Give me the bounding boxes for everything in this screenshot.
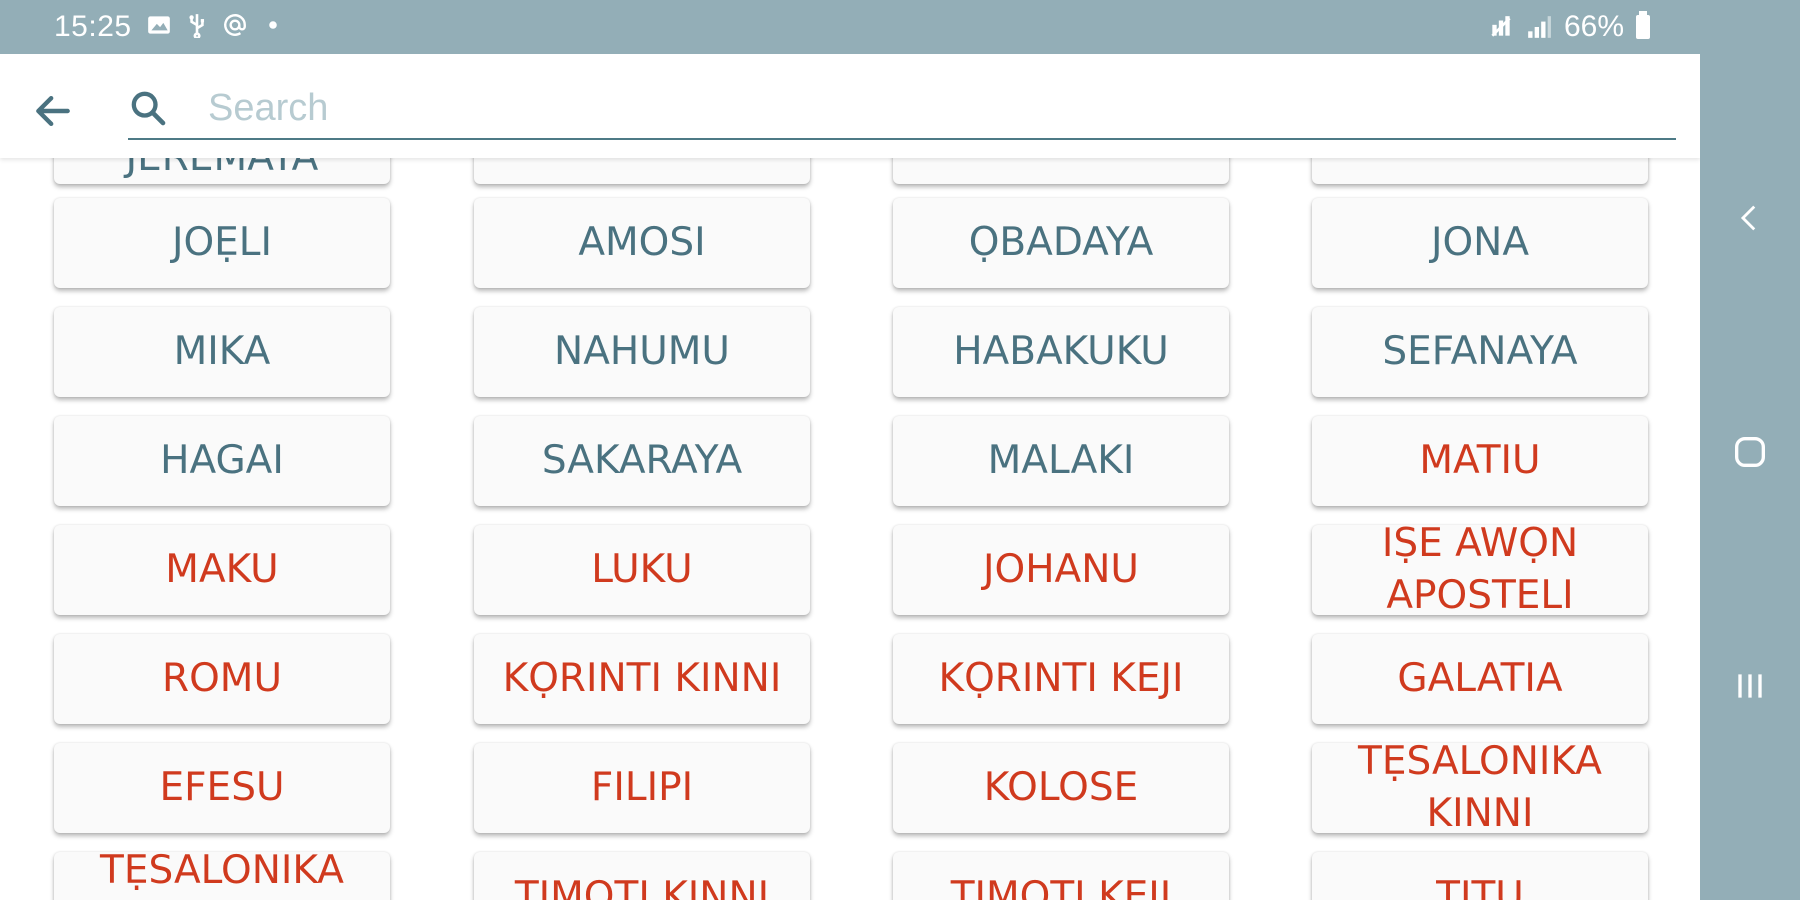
usb-icon (189, 14, 205, 38)
book-button-luku[interactable]: LUKU (474, 525, 810, 615)
book-button-sakaraya[interactable]: SAKARAYA (474, 416, 810, 506)
book-button-matiu[interactable]: MATIU (1312, 416, 1648, 506)
book-button-jona[interactable]: JONA (1312, 198, 1648, 288)
status-time: 15:25 (54, 10, 132, 43)
back-nav-icon (1740, 205, 1756, 231)
search-bar (0, 54, 1700, 158)
book-button-amosi[interactable]: AMOSI (474, 198, 810, 288)
book-button[interactable] (1312, 158, 1648, 184)
book-button[interactable] (474, 158, 810, 184)
book-button-maku[interactable]: MAKU (54, 525, 390, 615)
status-left-icons (146, 12, 286, 38)
search-underline (128, 138, 1676, 140)
book-button-galatia[interactable]: GALATIA (1312, 634, 1648, 724)
at-icon (224, 14, 246, 36)
search-input[interactable] (208, 82, 1668, 134)
back-nav-button[interactable] (1720, 188, 1780, 248)
recents-nav-icon (1738, 674, 1762, 698)
home-nav-icon (1735, 437, 1765, 467)
dot-icon (269, 21, 277, 29)
book-button-jeremaya[interactable]: JEREMAYA (54, 158, 390, 184)
book-button-korinti-kinni[interactable]: KỌRINTI KINNI (474, 634, 810, 724)
book-button-johanu[interactable]: JOHANU (893, 525, 1229, 615)
book-button-sefanaya[interactable]: SEFANAYA (1312, 307, 1648, 397)
arrow-back-icon (36, 95, 70, 127)
search-icon (124, 84, 172, 132)
recents-nav-button[interactable] (1720, 656, 1780, 716)
status-right: 66% (1488, 10, 1650, 44)
book-grid: JEREMAYA JOẸLI AMOSI ỌBADAYA JONA MIKA N… (0, 158, 1700, 900)
back-button[interactable] (26, 84, 80, 138)
book-button-nahumu[interactable]: NAHUMU (474, 307, 810, 397)
book-button-timoti-keji[interactable]: TIMOTI KEJI (893, 852, 1229, 900)
signal-icon (1528, 16, 1551, 38)
book-button-hagai[interactable]: HAGAI (54, 416, 390, 506)
book-button-habakuku[interactable]: HABAKUKU (893, 307, 1229, 397)
book-button-tesalonika-keji[interactable]: TẸSALONIKA KEJI (54, 852, 390, 900)
mute-icon (1491, 16, 1511, 37)
book-button-kolose[interactable]: KOLOSE (893, 743, 1229, 833)
book-button-tesalonika-kinni[interactable]: TẸSALONIKA KINNI (1312, 743, 1648, 833)
home-nav-button[interactable] (1720, 422, 1780, 482)
book-button-malaki[interactable]: MALAKI (893, 416, 1229, 506)
book-button-titu[interactable]: TITU (1312, 852, 1648, 900)
book-button-efesu[interactable]: EFESU (54, 743, 390, 833)
book-button-filipi[interactable]: FILIPI (474, 743, 810, 833)
book-button-obadaya[interactable]: ỌBADAYA (893, 198, 1229, 288)
book-button-korinti-keji[interactable]: KỌRINTI KEJI (893, 634, 1229, 724)
battery-percent: 66% (1563, 10, 1624, 43)
system-nav-bar (1700, 54, 1800, 900)
book-button-joeli[interactable]: JOẸLI (54, 198, 390, 288)
image-icon (148, 16, 170, 34)
book-button-romu[interactable]: ROMU (54, 634, 390, 724)
book-button[interactable] (893, 158, 1229, 184)
book-button-ise-awon-aposteli[interactable]: ÌṢE ÀWỌN APOSTELI (1312, 525, 1648, 615)
app-window: JEREMAYA JOẸLI AMOSI ỌBADAYA JONA MIKA N… (0, 54, 1700, 900)
book-button-mika[interactable]: MIKA (54, 307, 390, 397)
battery-icon (1636, 11, 1650, 39)
book-button-timoti-kinni[interactable]: TIMOTI KINNI (474, 852, 810, 900)
status-bar: 15:25 66% (0, 0, 1800, 54)
